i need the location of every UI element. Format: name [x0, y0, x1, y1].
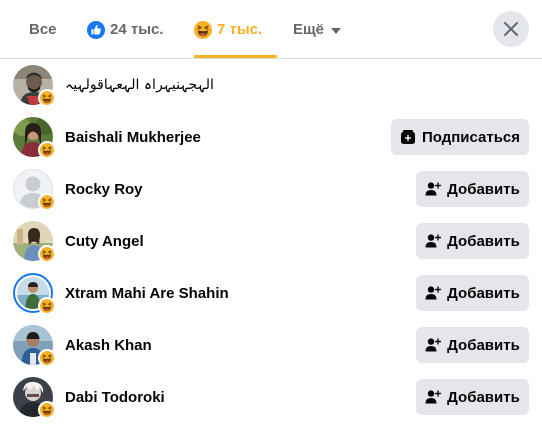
- reactor-name[interactable]: Rocky Roy: [65, 163, 143, 215]
- haha-icon: [38, 193, 56, 211]
- reaction-tabs: Все 24 тыс. 7 тыс. Ещё: [0, 0, 542, 59]
- add-friend-button-label: Добавить: [447, 336, 520, 354]
- haha-icon: [194, 21, 212, 39]
- haha-icon: [38, 141, 56, 159]
- reactor-name[interactable]: Xtram Mahi Are Shahin: [65, 267, 229, 319]
- list-item: Dabi Todoroki Добавить: [0, 371, 542, 423]
- tab-all-label: Все: [29, 21, 57, 38]
- reactor-list: الہجہنیہراہ الہعہاقولہیہ Baishali Mukher…: [0, 59, 542, 423]
- add-friend-button-label: Добавить: [447, 232, 520, 250]
- tab-all[interactable]: Все: [29, 0, 57, 59]
- like-icon: [87, 21, 105, 39]
- avatar[interactable]: [13, 221, 56, 263]
- avatar[interactable]: [13, 377, 56, 419]
- add-friend-button-label: Добавить: [447, 180, 520, 198]
- add-friend-icon: [425, 389, 441, 405]
- avatar[interactable]: [13, 65, 56, 107]
- list-item: Xtram Mahi Are Shahin Добавить: [0, 267, 542, 319]
- haha-icon: [38, 349, 56, 367]
- tab-more-label: Ещё: [293, 21, 325, 38]
- add-friend-button[interactable]: Добавить: [416, 275, 529, 311]
- tab-haha[interactable]: 7 тыс.: [194, 0, 262, 59]
- subscribe-button[interactable]: Подписаться: [391, 119, 529, 155]
- list-item: Cuty Angel Добавить: [0, 215, 542, 267]
- avatar[interactable]: [13, 169, 56, 211]
- reactor-name[interactable]: Dabi Todoroki: [65, 371, 165, 423]
- tab-like[interactable]: 24 тыс.: [87, 0, 164, 59]
- add-friend-button[interactable]: Добавить: [416, 379, 529, 415]
- add-friend-icon: [425, 181, 441, 197]
- subscribe-icon: [400, 129, 416, 145]
- tab-more[interactable]: Ещё: [293, 0, 342, 59]
- add-friend-icon: [425, 337, 441, 353]
- add-friend-button[interactable]: Добавить: [416, 171, 529, 207]
- tab-like-count: 24 тыс.: [110, 21, 164, 38]
- reactor-name[interactable]: Akash Khan: [65, 319, 152, 371]
- caret-down-icon: [331, 27, 342, 34]
- list-item: Baishali Mukherjee Подписаться: [0, 111, 542, 163]
- haha-icon: [38, 401, 56, 419]
- list-item: Akash Khan Добавить: [0, 319, 542, 371]
- add-friend-icon: [425, 233, 441, 249]
- avatar[interactable]: [13, 325, 56, 367]
- active-tab-indicator: [194, 55, 277, 58]
- add-friend-button[interactable]: Добавить: [416, 327, 529, 363]
- list-item: الہجہنیہراہ الہعہاقولہیہ: [0, 59, 542, 111]
- add-friend-button-label: Добавить: [447, 284, 520, 302]
- close-button[interactable]: [493, 11, 529, 47]
- reactor-name[interactable]: Baishali Mukherjee: [65, 111, 201, 163]
- add-friend-icon: [425, 285, 441, 301]
- add-friend-button[interactable]: Добавить: [416, 223, 529, 259]
- haha-icon: [38, 89, 56, 107]
- add-friend-button-label: Добавить: [447, 388, 520, 406]
- list-item: Rocky Roy Добавить: [0, 163, 542, 215]
- close-icon: [504, 22, 518, 36]
- avatar[interactable]: [13, 273, 56, 315]
- subscribe-button-label: Подписаться: [421, 128, 521, 146]
- avatar[interactable]: [13, 117, 56, 159]
- tab-haha-count: 7 тыс.: [217, 21, 263, 38]
- haha-icon: [38, 297, 56, 315]
- reactor-name[interactable]: الہجہنیہراہ الہعہاقولہیہ: [65, 59, 214, 111]
- haha-icon: [38, 245, 56, 263]
- reactor-name[interactable]: Cuty Angel: [65, 215, 144, 267]
